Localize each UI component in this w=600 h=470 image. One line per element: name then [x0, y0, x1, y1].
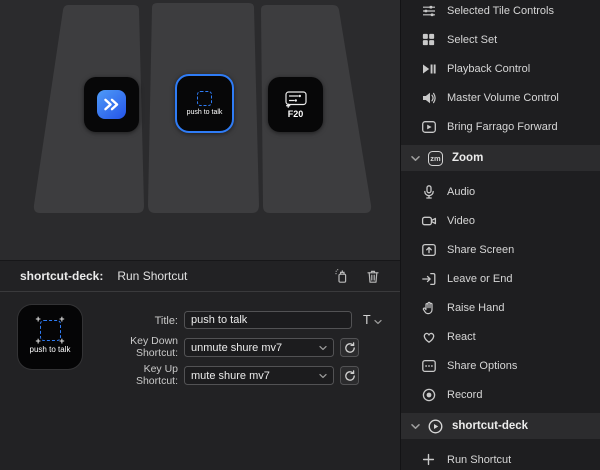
sidebar-item-share-options[interactable]: Share Options	[401, 351, 600, 380]
dashed-frame-icon: + + + +	[36, 315, 65, 346]
key-up-label: Key Up Shortcut:	[135, 363, 178, 387]
inspector-panel: shortcut-deck: Run Shortcut + + + + push…	[0, 260, 400, 470]
corner-handle: +	[35, 336, 41, 346]
key-controls-icon	[284, 90, 308, 108]
sidebar-item-share-screen[interactable]: Share Screen	[401, 235, 600, 264]
sidebar-label: Selected Tile Controls	[447, 4, 554, 17]
selected-tile-preview: + + + + push to talk	[18, 305, 82, 369]
zoom-logo-icon: zm	[427, 150, 444, 166]
sidebar-item-react[interactable]: React	[401, 322, 600, 351]
leave-icon	[420, 271, 437, 287]
sidebar-section-zoom[interactable]: zm Zoom	[401, 145, 600, 171]
shortcuts-icon	[97, 90, 126, 119]
microphone-icon	[420, 184, 437, 200]
sidebar-item-master-volume-control[interactable]: Master Volume Control	[401, 83, 600, 112]
deck-preview: push to talk F20	[0, 0, 400, 260]
sidebar-label: Video	[447, 214, 475, 227]
sidebar-item-leave-or-end[interactable]: Leave or End	[401, 264, 600, 293]
text-style-letter: T	[363, 313, 371, 327]
refresh-key-down-button[interactable]	[340, 338, 359, 357]
key-down-select[interactable]: unmute shure mv7	[184, 338, 334, 357]
corner-handle: +	[35, 314, 41, 324]
sidebar-item-select-set[interactable]: Select Set	[401, 25, 600, 54]
sidebar-label: shortcut-deck	[452, 420, 529, 432]
corner-handle: +	[59, 314, 65, 324]
deck-tile-run-shortcut[interactable]	[84, 77, 139, 132]
action-name: Run Shortcut	[117, 269, 188, 283]
sidebar-item-playback-control[interactable]: Playback Control	[401, 54, 600, 83]
sidebar-label: Zoom	[452, 152, 484, 164]
trash-icon[interactable]	[366, 269, 380, 284]
select-set-icon	[420, 32, 437, 47]
raise-hand-icon	[420, 300, 437, 316]
share-options-icon	[420, 358, 437, 374]
title-input[interactable]	[184, 311, 352, 329]
corner-handle: +	[59, 336, 65, 346]
sidebar-label: Master Volume Control	[447, 91, 559, 104]
sidebar-label: Raise Hand	[447, 301, 505, 314]
sidebar-label: Share Options	[447, 359, 518, 372]
sidebar-label: Audio	[447, 185, 476, 198]
chevron-down-icon[interactable]	[411, 155, 420, 162]
record-icon	[420, 387, 437, 403]
title-label: Title:	[154, 315, 178, 327]
refresh-key-up-button[interactable]	[340, 366, 359, 385]
key-down-label: Key Down Shortcut:	[130, 335, 178, 359]
playback-icon	[420, 61, 437, 77]
sidebar-section-shortcut-deck[interactable]: shortcut-deck	[401, 413, 600, 439]
plus-icon	[420, 452, 437, 467]
chevron-down-icon	[373, 319, 382, 325]
sidebar-item-selected-tile-controls[interactable]: Selected Tile Controls	[401, 0, 600, 25]
farrago-icon	[420, 119, 437, 135]
shortcut-deck-icon	[427, 418, 444, 435]
sidebar-label: Select Set	[447, 33, 498, 46]
key-up-select[interactable]: mute shure mv7	[184, 366, 334, 385]
sidebar-label: Share Screen	[447, 243, 515, 256]
sidebar-item-video[interactable]: Video	[401, 206, 600, 235]
sidebar-item-raise-hand[interactable]: Raise Hand	[401, 293, 600, 322]
inspector-header: shortcut-deck: Run Shortcut	[0, 261, 400, 292]
tile-controls-icon	[420, 3, 437, 19]
react-icon	[420, 329, 437, 345]
sidebar-item-run-shortcut[interactable]: Run Shortcut	[401, 445, 600, 470]
sidebar-label: Run Shortcut	[447, 453, 512, 466]
chevron-down-icon	[319, 373, 327, 379]
key-down-value: unmute shure mv7	[191, 341, 283, 354]
preview-label: push to talk	[29, 345, 71, 354]
sidebar-label: Leave or End	[447, 272, 513, 285]
app-window: push to talk F20 shortcut-deck: Run Shor…	[0, 0, 600, 470]
sidebar-label: Record	[447, 388, 483, 401]
text-style-button[interactable]: T	[363, 313, 382, 327]
chevron-down-icon[interactable]	[411, 423, 420, 430]
sidebar-item-bring-farrago-forward[interactable]: Bring Farrago Forward	[401, 112, 600, 141]
sidebar-label: Bring Farrago Forward	[447, 120, 558, 133]
share-screen-icon	[420, 242, 437, 258]
deck-tile-f20[interactable]: F20	[268, 77, 323, 132]
key-up-value: mute shure mv7	[191, 369, 270, 382]
chevron-down-icon	[319, 345, 327, 351]
sidebar-item-audio[interactable]: Audio	[401, 177, 600, 206]
sidebar-label: Playback Control	[447, 62, 531, 75]
sidebar-item-record[interactable]: Record	[401, 380, 600, 409]
volume-icon	[420, 90, 437, 106]
tile-label: push to talk	[186, 109, 223, 116]
actions-sidebar: Selected Tile Controls Select Set Playback…	[400, 0, 600, 470]
sidebar-list: Selected Tile Controls Select Set Playback…	[401, 0, 600, 470]
video-camera-icon	[420, 213, 437, 229]
sidebar-label: React	[447, 330, 476, 343]
deck-tile-push-to-talk[interactable]: push to talk	[175, 74, 234, 133]
plugin-name: shortcut-deck:	[20, 269, 104, 283]
dashed-frame-icon	[197, 91, 212, 106]
style-spray-icon[interactable]	[334, 268, 349, 284]
tile-label: F20	[287, 108, 304, 119]
